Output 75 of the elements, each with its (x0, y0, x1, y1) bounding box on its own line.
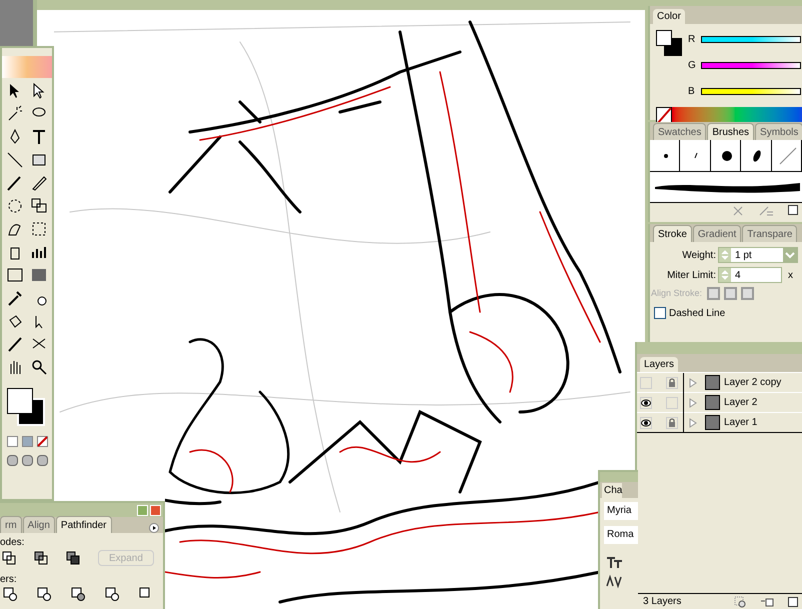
channel-label: B (688, 85, 696, 99)
align-stroke-label: Align Stroke: (651, 287, 702, 300)
new-sublayer-icon[interactable] (760, 596, 774, 608)
zoom-icon[interactable] (30, 358, 48, 376)
shape-mode-icon[interactable] (66, 551, 80, 565)
rotate-icon[interactable] (6, 197, 24, 215)
screen-mode-icon[interactable] (36, 455, 48, 466)
color-slider[interactable] (701, 36, 801, 43)
miter-unit-label: x (788, 268, 793, 282)
weight-label: Weight: (681, 248, 716, 262)
kerning-icon[interactable] (606, 574, 624, 590)
eye-icon[interactable] (640, 396, 652, 408)
pencil-icon[interactable] (30, 174, 48, 192)
visibility-toggle[interactable] (640, 376, 652, 388)
color-slider[interactable] (701, 88, 801, 95)
lock-toggle[interactable] (666, 396, 678, 408)
panel-tab[interactable]: Pathfinder (56, 516, 112, 533)
pathfinder-icon[interactable] (71, 587, 85, 601)
pathfinders-label: ers: (0, 573, 18, 587)
color-slider[interactable] (701, 62, 801, 69)
screen-mode-icon[interactable] (22, 455, 32, 466)
font-family-field[interactable]: Myria (604, 502, 638, 520)
dashed-line-checkbox[interactable] (654, 307, 666, 319)
panel-tab[interactable]: rm (0, 516, 22, 533)
gradient-mode-icon[interactable] (22, 436, 32, 447)
layer-name[interactable]: Layer 2 copy (724, 375, 782, 390)
new-layer-icon[interactable] (788, 596, 798, 606)
scale-icon[interactable] (30, 197, 48, 215)
font-size-icon[interactable] (606, 554, 624, 570)
close-button[interactable] (150, 504, 161, 516)
layer-count: 3 Layers (643, 595, 682, 609)
lock-icon[interactable] (666, 416, 678, 428)
layer-thumbnail (705, 395, 720, 410)
panel-tab[interactable]: Stroke (653, 225, 692, 242)
channel-label: R (688, 33, 696, 47)
channel-label: G (688, 59, 697, 73)
dashed-line-label: Dashed Line (669, 306, 726, 320)
flower-logo (2, 56, 52, 78)
layer-thumbnail (705, 375, 720, 390)
miter-limit-label: Miter Limit: (666, 268, 716, 282)
panel-menu-icon[interactable] (149, 523, 159, 533)
panel-tab[interactable]: Cha (602, 483, 622, 498)
none-mode-icon[interactable] (36, 436, 48, 447)
clipping-mask-icon[interactable] (734, 596, 746, 608)
panel-tab[interactable]: Gradient (692, 225, 742, 242)
layer-thumbnail (705, 415, 720, 430)
panel-title-bar (600, 472, 638, 482)
pathfinder-icon[interactable] (3, 587, 17, 601)
font-style-field[interactable]: Roma (604, 526, 638, 544)
panel-tab[interactable]: Swatches (653, 123, 706, 140)
panel-tab[interactable]: Layers (640, 357, 678, 372)
fill-swatch[interactable] (7, 388, 33, 414)
fill-swatch[interactable] (656, 30, 672, 46)
miter-limit-field[interactable]: 4 (718, 267, 782, 283)
eyedropper-icon[interactable] (6, 289, 24, 307)
screen-mode-icon[interactable] (6, 455, 18, 466)
pathfinder-icon[interactable] (105, 587, 119, 601)
pathfinder-icon[interactable] (37, 587, 51, 601)
shape-modes-label: odes: (0, 536, 26, 550)
panel-tab[interactable]: Color (653, 9, 685, 24)
panel-tab[interactable]: Symbols (755, 123, 802, 140)
eye-icon[interactable] (640, 416, 652, 428)
new-brush-icon[interactable] (788, 205, 798, 215)
color-mode-icon[interactable] (6, 436, 18, 447)
magic-wand-icon[interactable] (6, 105, 24, 123)
layer-name[interactable]: Layer 1 (724, 415, 758, 430)
lock-icon[interactable] (666, 376, 678, 388)
panel-tab[interactable]: Brushes (707, 123, 754, 140)
layer-name[interactable]: Layer 2 (724, 395, 758, 410)
panel-tab[interactable]: Transpare (742, 225, 798, 242)
shape-mode-icon[interactable] (34, 551, 48, 565)
panel-tab[interactable]: Align (22, 516, 55, 533)
shape-mode-icon[interactable] (2, 551, 16, 565)
line-icon[interactable] (6, 151, 24, 169)
type-icon[interactable] (30, 128, 48, 146)
